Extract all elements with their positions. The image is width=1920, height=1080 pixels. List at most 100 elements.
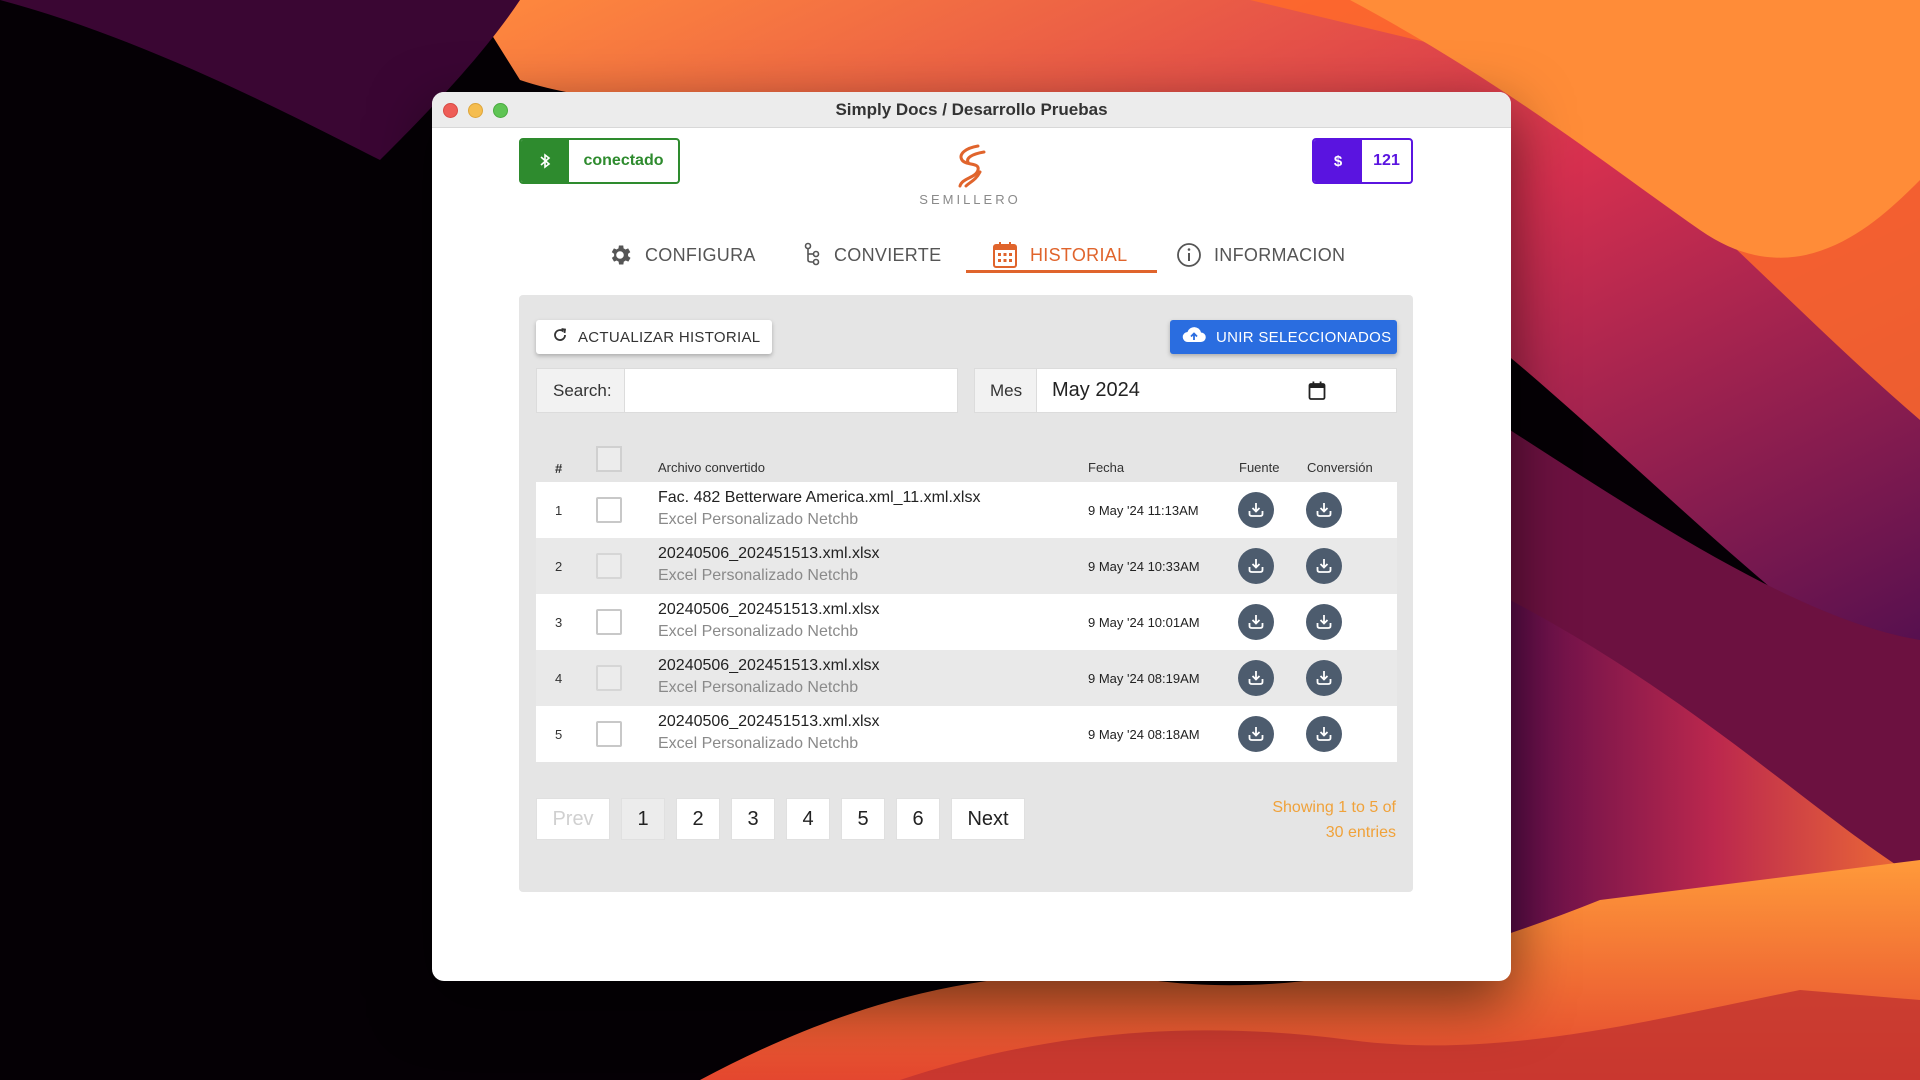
page-button[interactable]: 6 <box>896 798 940 840</box>
download-source-button[interactable] <box>1238 716 1274 752</box>
file-name: Fac. 482 Betterware America.xml_11.xml.x… <box>658 489 981 506</box>
row-checkbox[interactable] <box>596 553 622 579</box>
file-date: 9 May '24 10:01AM <box>1088 615 1200 630</box>
download-icon <box>1315 613 1333 631</box>
refresh-history-button[interactable]: ACTUALIZAR HISTORIAL <box>536 320 772 354</box>
header-date: Fecha <box>1088 460 1125 475</box>
logo: SEMILLERO <box>910 142 1030 207</box>
entries-info-line2: 30 entries <box>1325 824 1396 841</box>
file-cell: Fac. 482 Betterware America.xml_11.xml.x… <box>658 489 980 529</box>
download-conversion-button[interactable] <box>1306 716 1342 752</box>
download-icon <box>1247 669 1265 687</box>
file-date: 9 May '24 08:18AM <box>1088 727 1200 742</box>
table-header: # Archivo convertido Fecha Fuente Conver… <box>536 440 1397 482</box>
download-source-button[interactable] <box>1238 660 1274 696</box>
entries-info: Showing 1 to 5 of 30 entries <box>1246 795 1396 845</box>
tab-label: INFORMACION <box>1214 244 1346 265</box>
file-cell: 20240506_202451513.xml.xlsx Excel Persona… <box>658 601 880 641</box>
window-controls <box>443 103 508 118</box>
download-source-button[interactable] <box>1238 604 1274 640</box>
merge-selected-label: UNIR SELECCIONADOS <box>1216 328 1392 346</box>
history-panel: ACTUALIZAR HISTORIAL UNIR SELECCIONADOS … <box>519 295 1413 892</box>
page-button[interactable]: 4 <box>786 798 830 840</box>
download-source-button[interactable] <box>1238 548 1274 584</box>
download-conversion-button[interactable] <box>1306 604 1342 640</box>
download-conversion-button[interactable] <box>1306 548 1342 584</box>
row-checkbox[interactable] <box>596 721 622 747</box>
tab-label: CONFIGURA <box>645 244 756 265</box>
file-type: Excel Personalizado Netchb <box>658 623 859 640</box>
month-filter: Mes May 2024 <box>974 368 1397 413</box>
close-window-button[interactable] <box>443 103 458 118</box>
row-checkbox[interactable] <box>596 609 622 635</box>
month-value: May 2024 <box>1052 379 1140 401</box>
file-type: Excel Personalizado Netchb <box>658 735 859 752</box>
file-type: Excel Personalizado Netchb <box>658 567 859 584</box>
page-button[interactable]: 3 <box>731 798 775 840</box>
select-all-checkbox[interactable] <box>596 446 622 472</box>
download-icon <box>1247 557 1265 575</box>
prev-page-button[interactable]: Prev <box>536 798 610 840</box>
credits-badge[interactable]: $ 121 <box>1312 138 1413 184</box>
download-icon <box>1315 557 1333 575</box>
file-cell: 20240506_202451513.xml.xlsx Excel Persona… <box>658 545 880 585</box>
month-label: Mes <box>975 369 1037 412</box>
entries-info-line1: Showing 1 to 5 of <box>1272 799 1396 816</box>
history-table: # Archivo convertido Fecha Fuente Conver… <box>536 440 1397 762</box>
refresh-history-label: ACTUALIZAR HISTORIAL <box>578 328 761 346</box>
header-number: # <box>555 461 563 476</box>
search-field: Search: <box>536 368 958 413</box>
download-icon <box>1315 669 1333 687</box>
title-bar: Simply Docs / Desarrollo Pruebas <box>432 92 1511 128</box>
table-row: 1 Fac. 482 Betterware America.xml_11.xml.… <box>536 482 1397 538</box>
info-icon <box>1176 242 1202 268</box>
branch-icon <box>804 242 822 268</box>
page-button[interactable]: 1 <box>621 798 665 840</box>
download-icon <box>1315 501 1333 519</box>
credits-value: 121 <box>1373 152 1400 169</box>
row-checkbox[interactable] <box>596 497 622 523</box>
download-icon <box>1315 725 1333 743</box>
file-name: 20240506_202451513.xml.xlsx <box>658 545 880 562</box>
table-row: 3 20240506_202451513.xml.xlsx Excel Person… <box>536 594 1397 650</box>
file-type: Excel Personalizado Netchb <box>658 511 859 528</box>
download-icon <box>1247 501 1265 519</box>
file-type: Excel Personalizado Netchb <box>658 679 859 696</box>
row-number: 5 <box>555 727 563 742</box>
download-icon <box>1247 725 1265 743</box>
download-icon <box>1247 613 1265 631</box>
app-window: Simply Docs / Desarrollo Pruebas conecta… <box>432 92 1511 981</box>
month-picker[interactable]: May 2024 <box>1037 369 1396 412</box>
search-input[interactable] <box>625 369 957 412</box>
connection-status[interactable]: conectado <box>519 138 680 184</box>
download-source-button[interactable] <box>1238 492 1274 528</box>
calendar-picker-icon[interactable] <box>1308 381 1326 407</box>
gear-icon <box>607 242 633 268</box>
file-date: 9 May '24 08:19AM <box>1088 671 1200 686</box>
page-button[interactable]: 5 <box>841 798 885 840</box>
page-button[interactable]: 2 <box>676 798 720 840</box>
tab-configura[interactable]: CONFIGURA <box>607 232 756 278</box>
tab-informacion[interactable]: INFORMACION <box>1176 232 1345 278</box>
search-label: Search: <box>537 369 625 412</box>
file-date: 9 May '24 11:13AM <box>1088 503 1199 518</box>
connection-label: conectado <box>583 152 664 169</box>
maximize-window-button[interactable] <box>493 103 508 118</box>
minimize-window-button[interactable] <box>468 103 483 118</box>
file-date: 9 May '24 10:33AM <box>1088 559 1200 574</box>
cloud-upload-icon <box>1182 326 1206 348</box>
row-checkbox[interactable] <box>596 665 622 691</box>
next-page-button[interactable]: Next <box>951 798 1025 840</box>
tab-convierte[interactable]: CONVIERTE <box>804 232 941 278</box>
download-conversion-button[interactable] <box>1306 492 1342 528</box>
file-name: 20240506_202451513.xml.xlsx <box>658 657 880 674</box>
dollar-icon: $ <box>1314 140 1362 182</box>
table-row: 5 20240506_202451513.xml.xlsx Excel Person… <box>536 706 1397 762</box>
download-conversion-button[interactable] <box>1306 660 1342 696</box>
tab-label: CONVIERTE <box>834 244 942 265</box>
header-file: Archivo convertido <box>658 460 765 475</box>
table-row: 4 20240506_202451513.xml.xlsx Excel Person… <box>536 650 1397 706</box>
merge-selected-button[interactable]: UNIR SELECCIONADOS <box>1170 320 1397 354</box>
table-row: 2 20240506_202451513.xml.xlsx Excel Person… <box>536 538 1397 594</box>
row-number: 3 <box>555 615 563 630</box>
